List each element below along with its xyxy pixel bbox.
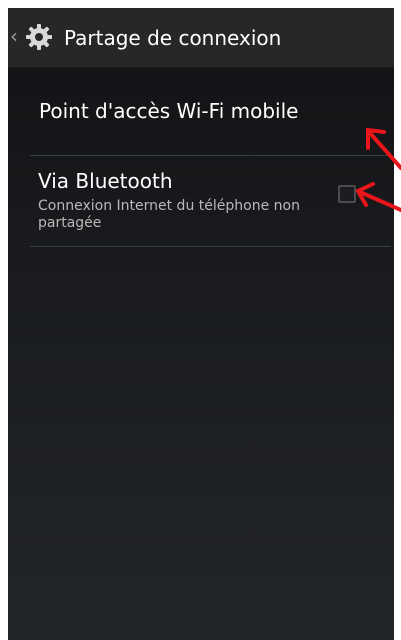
page-title: Partage de connexion <box>64 26 282 50</box>
bluetooth-tethering-checkbox[interactable] <box>338 185 356 203</box>
settings-gear-icon[interactable] <box>25 23 53 51</box>
phone-screen: ‹ Partage de connexion Point d'accès Wi-… <box>8 8 394 640</box>
bluetooth-tethering-label: Via Bluetooth <box>38 169 173 193</box>
wifi-hotspot-label: Point d'accès Wi-Fi mobile <box>39 99 299 123</box>
bluetooth-tethering-summary: Connexion Internet du téléphone non part… <box>38 198 300 231</box>
back-arrow-icon[interactable]: ‹ <box>10 25 18 47</box>
divider <box>30 246 391 247</box>
action-bar: ‹ Partage de connexion <box>8 8 394 68</box>
